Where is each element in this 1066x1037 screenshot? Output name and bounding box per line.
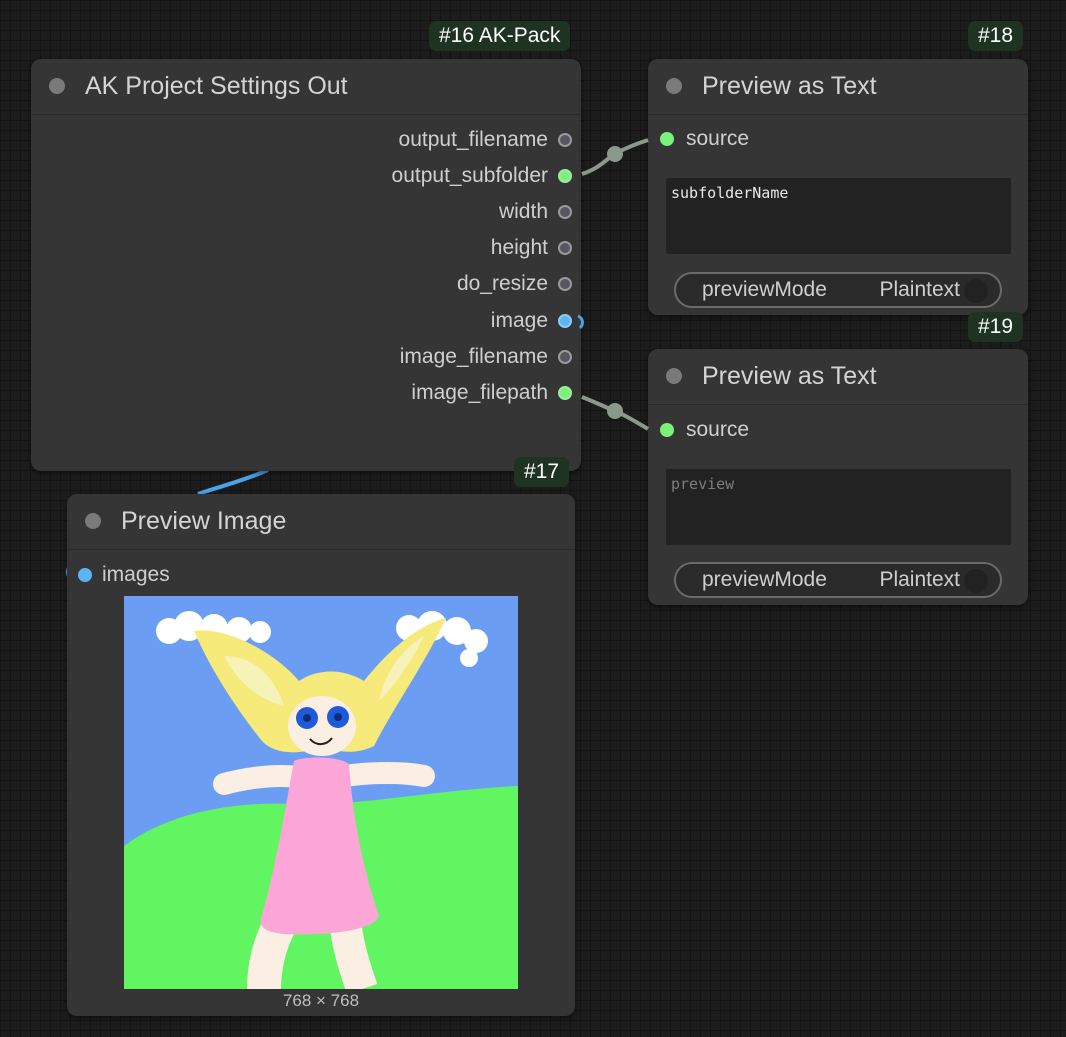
- input-label: source: [686, 418, 750, 441]
- output-slot-icon[interactable]: [558, 241, 572, 255]
- node-title-bar[interactable]: Preview as Text: [648, 59, 1028, 115]
- node-title: Preview as Text: [702, 362, 877, 390]
- output-slot-icon[interactable]: [558, 314, 572, 328]
- output-slot-icon[interactable]: [558, 169, 572, 183]
- node-badge-16: #16 AK-Pack: [429, 21, 571, 51]
- preview-mode-toggle[interactable]: previewMode Plaintext: [674, 272, 1002, 308]
- preview-as-text-node-19[interactable]: Preview as Text source preview previewMo…: [648, 349, 1028, 605]
- output-slot-icon[interactable]: [558, 350, 572, 364]
- preview-image[interactable]: [124, 596, 518, 989]
- preview-text-area[interactable]: preview: [666, 469, 1011, 545]
- output-label: output_subfolder: [391, 164, 548, 187]
- collapse-dot-icon[interactable]: [666, 368, 682, 384]
- toggle-knob-icon[interactable]: [964, 569, 988, 593]
- output-label: image_filename: [399, 345, 548, 368]
- input-label: images: [102, 563, 170, 586]
- link-midpoint-icon: [607, 403, 623, 419]
- output-label: height: [490, 236, 548, 259]
- output-image-filename[interactable]: image_filename: [400, 339, 572, 375]
- image-size-caption: 768 × 768: [282, 991, 360, 1010]
- input-label: source: [686, 127, 750, 150]
- output-slot-icon[interactable]: [558, 205, 572, 219]
- output-width[interactable]: width: [499, 194, 572, 230]
- node-title-bar[interactable]: AK Project Settings Out: [31, 59, 581, 115]
- node-title-bar[interactable]: Preview as Text: [648, 349, 1028, 405]
- node-badge-19: #19: [968, 312, 1024, 342]
- output-slot-icon[interactable]: [558, 386, 572, 400]
- toggle-knob-icon[interactable]: [964, 279, 988, 303]
- collapse-dot-icon[interactable]: [666, 78, 682, 94]
- filepath-link-wire: [581, 395, 650, 431]
- collapse-dot-icon[interactable]: [49, 78, 65, 94]
- output-height[interactable]: height: [491, 230, 572, 266]
- input-slot-icon[interactable]: [660, 423, 674, 437]
- output-label: width: [498, 200, 548, 223]
- output-slot-icon[interactable]: [558, 133, 572, 147]
- node-title: AK Project Settings Out: [85, 72, 348, 100]
- toggle-label: previewMode: [702, 568, 827, 591]
- image-link-wire: [197, 468, 269, 496]
- node-title-bar[interactable]: Preview Image: [67, 494, 575, 550]
- node-badge-18: #18: [968, 21, 1024, 51]
- input-source[interactable]: source: [648, 121, 749, 157]
- project-settings-out-node[interactable]: AK Project Settings Out output_filename …: [31, 59, 581, 471]
- input-source[interactable]: source: [648, 412, 749, 448]
- preview-image-node[interactable]: Preview Image images 768 × 768: [67, 494, 575, 1016]
- toggle-label: previewMode: [702, 278, 827, 301]
- output-slot-icon[interactable]: [558, 277, 572, 291]
- node-title: Preview Image: [121, 507, 287, 535]
- preview-as-text-node-18[interactable]: Preview as Text source subfolderName pre…: [648, 59, 1028, 315]
- preview-text-area[interactable]: subfolderName: [666, 178, 1011, 254]
- subfolder-link-wire: [581, 138, 649, 176]
- output-output-filename[interactable]: output_filename: [399, 122, 572, 158]
- output-output-subfolder[interactable]: output_subfolder: [392, 158, 572, 194]
- node-title: Preview as Text: [702, 72, 877, 100]
- collapse-dot-icon[interactable]: [85, 513, 101, 529]
- output-label: output_filename: [398, 128, 548, 151]
- output-label: image_filepath: [411, 381, 548, 404]
- output-label: image: [490, 309, 548, 332]
- output-image-filepath[interactable]: image_filepath: [411, 375, 572, 411]
- node-badge-17: #17: [514, 457, 570, 487]
- preview-mode-toggle[interactable]: previewMode Plaintext: [674, 562, 1002, 598]
- input-slot-icon[interactable]: [78, 568, 92, 582]
- toggle-value: Plaintext: [879, 568, 960, 591]
- input-images[interactable]: images: [67, 557, 170, 593]
- output-image[interactable]: image: [491, 303, 572, 339]
- output-label: do_resize: [456, 272, 548, 295]
- child-drawing-image: [124, 596, 518, 989]
- input-slot-icon[interactable]: [660, 132, 674, 146]
- output-do-resize[interactable]: do_resize: [457, 266, 572, 302]
- toggle-value: Plaintext: [879, 278, 960, 301]
- link-midpoint-icon: [607, 146, 623, 162]
